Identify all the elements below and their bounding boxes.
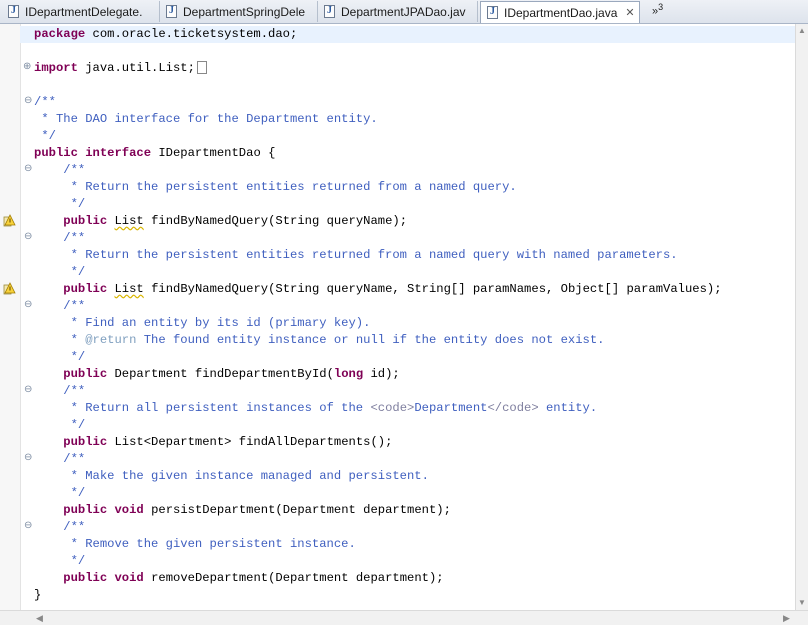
raw-type-warning: List — [114, 282, 144, 296]
code-line: public List findByNamedQuery(String quer… — [63, 214, 408, 228]
overflow-count: 3 — [658, 2, 664, 12]
collapse-fold-icon[interactable]: ⊖ — [24, 521, 32, 531]
code-line: public List findByNamedQuery(String quer… — [63, 282, 722, 296]
vertical-scrollbar[interactable]: ▲ ▼ — [795, 24, 808, 610]
collapse-fold-icon[interactable]: ⊖ — [24, 300, 32, 310]
tab-label: DepartmentJPADao.jav — [341, 4, 466, 19]
tab-departmentspringdelegate[interactable]: DepartmentSpringDele — [160, 1, 318, 22]
collapse-fold-icon[interactable]: ⊖ — [24, 232, 32, 242]
tab-overflow-button[interactable]: »3 — [652, 2, 663, 18]
code-line: public void removeDepartment(Department … — [63, 571, 444, 585]
expand-fold-icon[interactable]: ⊕ — [23, 62, 31, 72]
java-file-icon — [487, 6, 498, 19]
collapse-fold-icon[interactable]: ⊖ — [24, 453, 32, 463]
code-line: /** — [34, 520, 86, 534]
code-editor[interactable]: ⊕ ⊖ ⊖ ⊖ ⊖ ⊖ ⊖ ⊖ package com.oracle.ticke… — [0, 24, 795, 610]
collapse-fold-icon[interactable]: ⊖ — [24, 385, 32, 395]
tab-label: IDepartmentDao.java — [504, 5, 618, 20]
code-line: public interface IDepartmentDao { — [34, 146, 276, 160]
code-line: * Return all persistent instances of the… — [34, 401, 598, 415]
tab-label: DepartmentSpringDele — [183, 4, 306, 19]
java-file-icon — [8, 5, 19, 18]
code-line: /** — [34, 231, 86, 245]
code-line: * Remove the given persistent instance. — [34, 537, 356, 551]
code-line: /** — [34, 95, 56, 109]
code-line: * Find an entity by its id (primary key)… — [34, 316, 371, 330]
code-line: */ — [34, 350, 86, 364]
scroll-down-icon[interactable]: ▼ — [798, 598, 806, 607]
code-line: * The DAO interface for the Department e… — [34, 112, 378, 126]
code-line: public void persistDepartment(Department… — [63, 503, 451, 517]
collapse-fold-icon[interactable]: ⊖ — [24, 164, 32, 174]
close-tab-icon[interactable]: ✕ — [625, 6, 634, 19]
code-line: */ — [34, 129, 56, 143]
horizontal-scrollbar[interactable]: ◀ ▶ — [0, 610, 808, 625]
code-line: public List<Department> findAllDepartmen… — [63, 435, 393, 449]
scroll-up-icon[interactable]: ▲ — [798, 26, 806, 35]
tab-idepartmentdelegate[interactable]: IDepartmentDelegate. — [2, 1, 160, 22]
code-line: /** — [34, 452, 86, 466]
code-line: */ — [34, 486, 86, 500]
code-line: /** — [34, 384, 86, 398]
code-line: */ — [34, 554, 86, 568]
raw-type-warning: List — [114, 214, 144, 228]
java-file-icon — [324, 5, 335, 18]
code-line: * Return the persistent entities returne… — [34, 248, 678, 262]
code-line: */ — [34, 197, 86, 211]
code-line: * Return the persistent entities returne… — [34, 180, 517, 194]
collapse-fold-icon[interactable]: ⊖ — [24, 96, 32, 106]
warning-icon[interactable] — [3, 214, 16, 227]
code-line: package com.oracle.ticketsystem.dao; — [20, 26, 795, 43]
code-line: /** — [34, 299, 86, 313]
code-line: */ — [34, 265, 86, 279]
scroll-left-icon[interactable]: ◀ — [36, 613, 43, 624]
tab-departmentjpadao[interactable]: DepartmentJPADao.jav — [318, 1, 478, 22]
code-line: } — [34, 588, 42, 602]
editor-tab-bar: IDepartmentDelegate. DepartmentSpringDel… — [0, 0, 808, 24]
scroll-right-icon[interactable]: ▶ — [783, 613, 790, 624]
code-line: import java.util.List; — [34, 60, 207, 77]
code-line: /** — [34, 163, 86, 177]
code-line: public Department findDepartmentById(lon… — [63, 367, 400, 381]
warning-icon[interactable] — [3, 282, 16, 295]
code-line: */ — [34, 418, 86, 432]
folded-region-icon[interactable] — [196, 61, 207, 75]
tab-label: IDepartmentDelegate. — [25, 4, 143, 19]
tab-idepartmentdao[interactable]: IDepartmentDao.java ✕ — [480, 1, 640, 23]
java-file-icon — [166, 5, 177, 18]
code-line: * Make the given instance managed and pe… — [34, 469, 429, 483]
editor-ruler — [0, 24, 21, 610]
code-line: * @return The found entity instance or n… — [34, 333, 605, 347]
